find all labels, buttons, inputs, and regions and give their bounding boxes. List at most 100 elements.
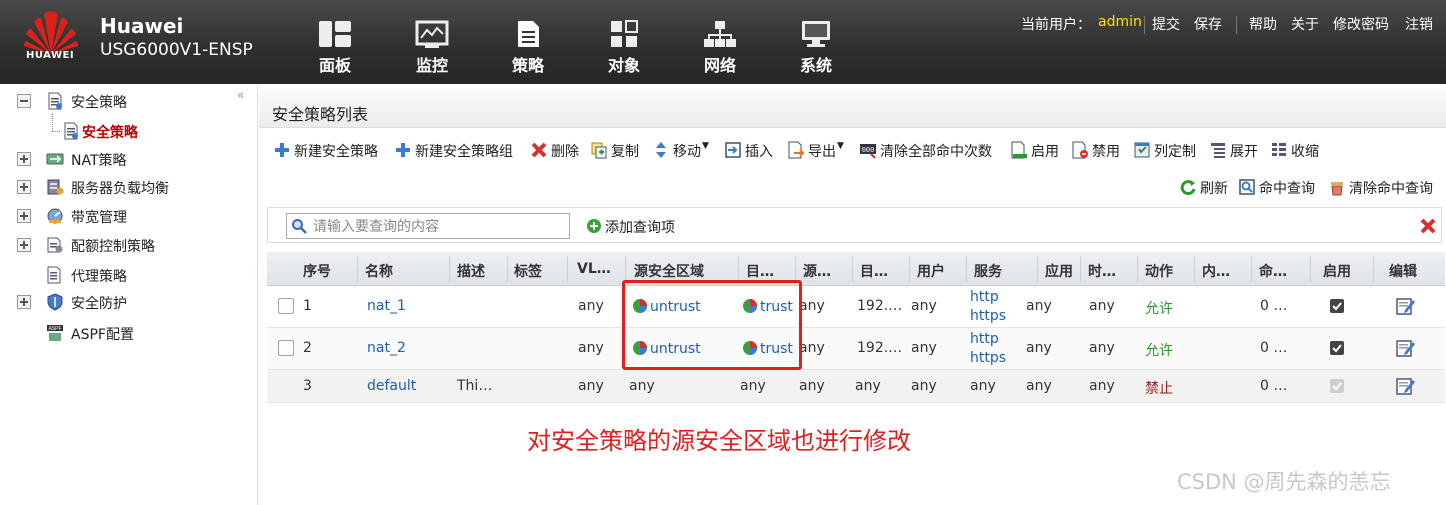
- search-bar: 添加查询项: [267, 207, 1442, 243]
- sidebar-item-nat-policy[interactable]: NAT策略: [0, 147, 250, 171]
- nav-dashboard[interactable]: 面板: [310, 20, 360, 76]
- expand-toggle-icon[interactable]: [17, 295, 31, 309]
- cell-service[interactable]: https: [970, 308, 1006, 324]
- button-label: 清除命中查询: [1349, 181, 1433, 197]
- button-label: 新建安全策略: [294, 144, 378, 160]
- edit-icon[interactable]: [1396, 377, 1416, 395]
- column-divider: [625, 256, 626, 282]
- column-header[interactable]: 启用: [1323, 261, 1351, 281]
- column-header[interactable]: 服务: [974, 261, 1002, 281]
- button-label: 禁用: [1092, 144, 1120, 160]
- enabled-checkbox[interactable]: [1330, 341, 1344, 355]
- column-header[interactable]: 动作: [1145, 261, 1173, 281]
- nav-object[interactable]: 对象: [599, 20, 649, 76]
- column-header[interactable]: 名称: [365, 261, 393, 281]
- sidebar-item-security-policy[interactable]: 安全策略: [0, 113, 250, 143]
- cell-hits: 0 …: [1260, 378, 1288, 394]
- submit-link[interactable]: 提交: [1152, 14, 1180, 34]
- highlight-box: [622, 280, 802, 370]
- tree-line: [52, 131, 60, 132]
- nav-monitor[interactable]: 监控: [407, 20, 457, 76]
- cell-application: any: [1026, 298, 1052, 314]
- svg-text:ASPF: ASPF: [48, 326, 61, 332]
- cell-service[interactable]: http: [970, 331, 999, 347]
- refresh-icon: [1180, 180, 1196, 196]
- expand-icon: [1211, 143, 1225, 158]
- column-header[interactable]: 描述: [457, 261, 485, 281]
- nat-icon: [46, 153, 64, 165]
- edit-icon[interactable]: [1396, 297, 1416, 315]
- expand-toggle-icon[interactable]: [17, 209, 31, 223]
- column-divider: [1080, 256, 1081, 282]
- column-header[interactable]: 编辑: [1389, 261, 1417, 281]
- cell-hits: 0 …: [1260, 298, 1288, 314]
- nav-policy[interactable]: 策略: [503, 20, 553, 76]
- column-header[interactable]: 内…: [1202, 261, 1230, 281]
- search-input[interactable]: [286, 213, 570, 239]
- column-header[interactable]: 命…: [1259, 261, 1287, 281]
- button-label: 添加查询项: [605, 220, 675, 236]
- nav-system[interactable]: 系统: [791, 20, 841, 76]
- table-row[interactable]: 2 nat_2 any untrust trust any 192.… any …: [267, 328, 1445, 370]
- sidebar-item-aspf[interactable]: ASPF ASPF配置: [0, 321, 250, 345]
- cell-name-link[interactable]: nat_2: [367, 340, 406, 356]
- page-title: 安全策略列表: [272, 105, 369, 124]
- cell-application: any: [1026, 340, 1052, 356]
- help-link[interactable]: 帮助: [1249, 14, 1277, 34]
- cell-name-link[interactable]: nat_1: [367, 298, 406, 314]
- logout-link[interactable]: 注销: [1405, 14, 1433, 34]
- nav-network[interactable]: 网络: [695, 20, 745, 76]
- network-icon: [704, 21, 736, 47]
- nav-label: 监控: [415, 56, 448, 75]
- cell-application: any: [1026, 378, 1052, 394]
- sidebar-item-proxy-policy[interactable]: 代理策略: [0, 263, 250, 287]
- expand-toggle-icon[interactable]: [17, 238, 31, 252]
- column-header[interactable]: VL…: [577, 261, 611, 277]
- enabled-checkbox[interactable]: [1330, 299, 1344, 313]
- column-divider: [1137, 256, 1138, 282]
- column-divider: [1251, 256, 1252, 282]
- column-header[interactable]: 时…: [1088, 261, 1116, 281]
- column-header[interactable]: 目…: [860, 261, 888, 281]
- column-header[interactable]: 标签: [514, 261, 542, 281]
- sidebar-item-bandwidth[interactable]: 带宽管理: [0, 204, 250, 228]
- row-select-checkbox[interactable]: [278, 340, 294, 356]
- expand-toggle-icon[interactable]: [17, 152, 31, 166]
- column-divider: [1310, 256, 1311, 282]
- column-header[interactable]: 源…: [803, 261, 831, 281]
- expand-toggle-icon[interactable]: [17, 180, 31, 194]
- change-password-link[interactable]: 修改密码: [1333, 14, 1389, 34]
- table-row[interactable]: 3 default Thi… any any any any any any a…: [267, 370, 1445, 403]
- column-divider: [966, 256, 967, 282]
- nav-label: 网络: [703, 56, 736, 75]
- column-header[interactable]: 应用: [1045, 261, 1073, 281]
- move-icon: [656, 142, 666, 158]
- cell-vlan: any: [578, 378, 604, 394]
- column-header[interactable]: 源安全区域: [634, 261, 704, 281]
- about-link[interactable]: 关于: [1291, 14, 1319, 34]
- save-link[interactable]: 保存: [1194, 14, 1222, 34]
- column-header[interactable]: 用户: [917, 261, 945, 281]
- button-label: 移动: [673, 144, 701, 160]
- cell-user: any: [911, 378, 937, 394]
- cell-name-link[interactable]: default: [367, 378, 416, 394]
- cell-dst-address: 192.…: [857, 340, 903, 356]
- column-divider: [567, 256, 568, 282]
- row-select-checkbox[interactable]: [278, 298, 294, 314]
- sidebar-item-security-policy-group[interactable]: 安全策略: [0, 89, 250, 113]
- collapse-toggle-icon[interactable]: [17, 94, 31, 108]
- column-header[interactable]: 目…: [746, 261, 774, 281]
- close-icon[interactable]: [1419, 217, 1437, 235]
- sidebar-item-security-protection[interactable]: 安全防护: [0, 290, 250, 314]
- column-header[interactable]: 序号: [303, 261, 331, 281]
- cell-service[interactable]: https: [970, 350, 1006, 366]
- edit-icon[interactable]: [1396, 339, 1416, 357]
- disable-icon: [1072, 141, 1088, 159]
- cell-service[interactable]: http: [970, 289, 999, 305]
- copy-icon: [591, 142, 607, 159]
- sidebar-item-server-lb[interactable]: 服务器负载均衡: [0, 175, 250, 199]
- object-icon: [611, 20, 638, 47]
- sidebar-item-quota-control[interactable]: 配额控制策略: [0, 233, 250, 257]
- left-sidebar: « 安全策略 安全策略 NAT策略 服务器负载均衡 带宽管理 配额控制策略 代理…: [0, 84, 258, 505]
- table-row[interactable]: 1 nat_1 any untrust trust any 192.… any …: [267, 286, 1445, 328]
